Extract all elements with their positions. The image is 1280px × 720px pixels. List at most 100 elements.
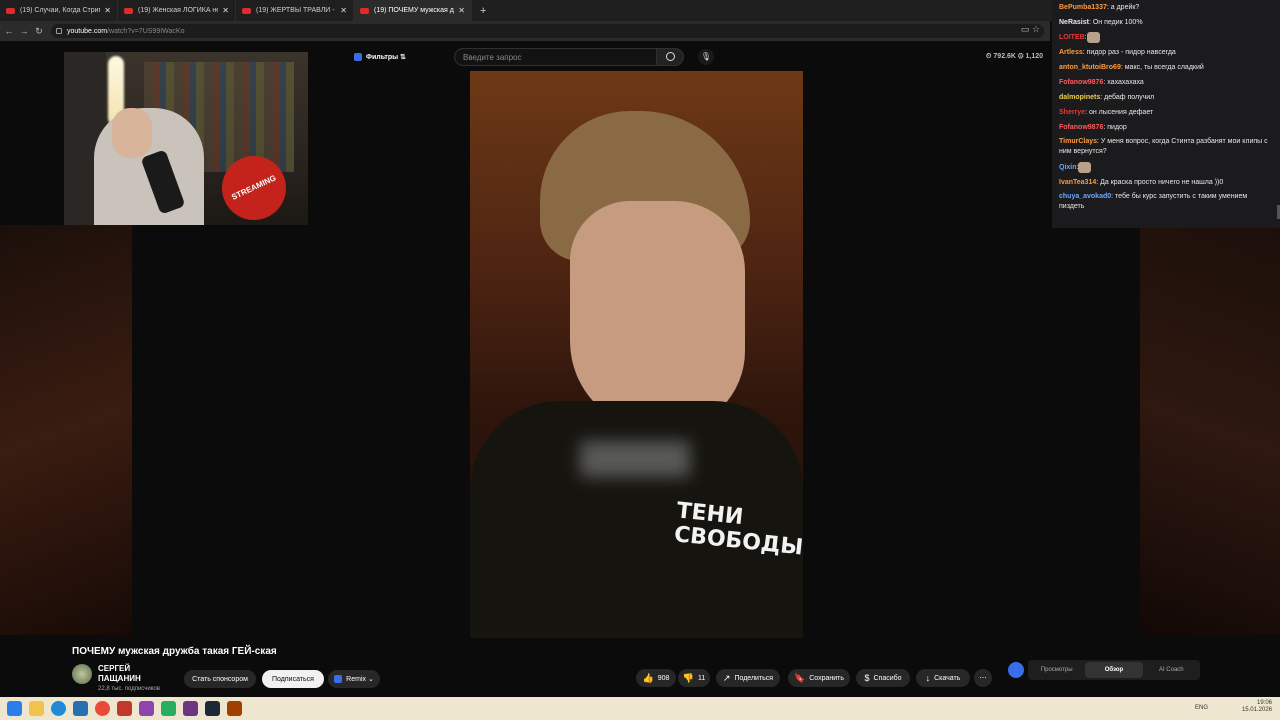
chat-message: Sherrye: он лысения дефает	[1059, 105, 1274, 120]
youtube-header: Фильтры ⇅ Введите запрос 🎙 ⏲ 792.6K ⚙ 1,…	[310, 44, 1050, 70]
streamer-head	[112, 108, 152, 158]
chat-username[interactable]: BePumba1337	[1059, 4, 1107, 11]
chat-message: Qixin:	[1059, 160, 1274, 175]
save-button[interactable]: 🔖 Сохранить	[788, 669, 850, 687]
video-player[interactable]: ТЕНИ СВОБОДЫ	[470, 71, 803, 638]
tab-overview[interactable]: Обзор	[1085, 662, 1143, 678]
video-subject-face	[570, 201, 745, 431]
stream-chat: BePumba1337: а дрейк? NeRasist: Он педик …	[1052, 0, 1280, 228]
youtube-icon	[360, 7, 369, 14]
chat-message: Artless: пидор раз - пидор навсегда	[1059, 45, 1274, 60]
chat-username[interactable]: Artless	[1059, 49, 1083, 56]
dislike-button[interactable]: 👎 11	[678, 669, 710, 687]
chat-message: TimurClays: У меня вопрос, когда Стинта …	[1059, 135, 1274, 160]
youtube-icon	[6, 7, 15, 14]
chat-text: : Да краска просто ничего не нашла ))0	[1096, 179, 1224, 186]
browser-tab-active[interactable]: (19) ПОЧЕМУ мужская др ✕	[354, 0, 472, 21]
chat-message: IvanTea314: Да краска просто ничего не н…	[1059, 175, 1274, 190]
close-tab-icon[interactable]: ✕	[340, 6, 347, 15]
extension-logo-icon[interactable]	[1008, 662, 1024, 678]
new-tab-button[interactable]: +	[480, 5, 486, 17]
analytics-panel-tabs: Просмотры Обзор AI Coach	[1028, 660, 1200, 680]
whatsapp-icon[interactable]	[161, 701, 176, 716]
chat-username[interactable]: Qixin	[1059, 164, 1077, 171]
thanks-icon: $	[864, 673, 870, 683]
filters-icon	[354, 53, 362, 61]
bookmark-star-icon[interactable]: ▭ ☆	[1021, 24, 1040, 35]
chat-text: : хахахахаха	[1103, 79, 1144, 86]
tab-views[interactable]: Просмотры	[1028, 667, 1085, 673]
language-indicator[interactable]: ENG	[1195, 705, 1208, 711]
blurred-area	[580, 441, 690, 477]
search-button[interactable]	[656, 48, 684, 66]
sponsor-button[interactable]: Стать спонсором	[184, 670, 256, 688]
chat-message: Fofanow9876: хахахахаха	[1059, 75, 1274, 90]
chat-username[interactable]: Sherrye	[1059, 109, 1085, 116]
site-info-icon[interactable]	[56, 28, 62, 34]
chat-username[interactable]: Fofanow9876	[1059, 79, 1103, 86]
channel-name[interactable]: СЕРГЕЙ ПАЩАНИН	[98, 664, 158, 684]
youtube-icon	[124, 7, 133, 14]
chat-username[interactable]: Fofanow9876	[1059, 124, 1103, 131]
chat-username[interactable]: chuya_avokad0	[1059, 193, 1111, 200]
chat-username[interactable]: TimurClays	[1059, 138, 1097, 145]
chat-message: LOITEB:	[1059, 30, 1274, 45]
discord-icon[interactable]	[139, 701, 154, 716]
browser-tab[interactable]: (19) Женская ЛОГИКА не пере✕	[118, 0, 236, 21]
close-tab-icon[interactable]: ✕	[104, 6, 111, 15]
close-tab-icon[interactable]: ✕	[222, 6, 229, 15]
chat-message: dalmopinets: дебаф получил	[1059, 90, 1274, 105]
start-menu-icon[interactable]	[7, 701, 22, 716]
like-button[interactable]: 👍 908	[636, 669, 676, 687]
forward-icon[interactable]: →	[18, 26, 30, 36]
video-title: ПОЧЕМУ мужская дружба такая ГЕЙ-ская	[72, 646, 277, 657]
reload-icon[interactable]: ↻	[33, 26, 45, 37]
filters-button[interactable]: Фильтры ⇅	[354, 53, 406, 61]
file-explorer-icon[interactable]	[29, 701, 44, 716]
windows-taskbar: ENG 19:06 15.01.2026	[0, 697, 1280, 720]
chat-text: : пидор	[1103, 124, 1127, 131]
chat-text: : дебаф получил	[1100, 94, 1155, 101]
thumbs-up-icon: 👍	[642, 672, 654, 683]
download-button[interactable]: ↓ Скачать	[916, 669, 970, 687]
system-clock[interactable]: 19:06 15.01.2026	[1242, 700, 1272, 714]
app-icon[interactable]	[117, 701, 132, 716]
chat-text: : а дрейк?	[1106, 4, 1140, 11]
back-icon[interactable]: ←	[3, 26, 15, 36]
url-field[interactable]: youtube.com/watch?v=7US99IWacKo	[51, 24, 1044, 38]
obs-icon[interactable]	[183, 701, 198, 716]
chat-username[interactable]: NeRasist	[1059, 19, 1089, 26]
chat-message: Fofanow9876: пидор	[1059, 120, 1274, 135]
share-button[interactable]: ↗ Поделиться	[716, 669, 780, 687]
game-icon[interactable]	[227, 701, 242, 716]
tab-ai-coach[interactable]: AI Coach	[1143, 667, 1200, 673]
chat-username[interactable]: LOITEB	[1059, 34, 1085, 41]
address-bar-row: ← → ↻ youtube.com/watch?v=7US99IWacKo ▭ …	[0, 21, 1050, 41]
stream-stats: ⏲ 792.6K ⚙ 1,120	[986, 53, 1044, 60]
browser-tab[interactable]: (19) Случаи, Когда Стримерш✕	[0, 0, 118, 21]
more-actions-button[interactable]: ⋯	[974, 669, 992, 687]
chat-username[interactable]: dalmopinets	[1059, 94, 1100, 101]
edge-icon[interactable]	[51, 701, 66, 716]
chat-username[interactable]: anton_ktutoiBro69	[1059, 64, 1121, 71]
browser-tab[interactable]: (19) ЖЕРТВЫ ТРАВЛИ - Что с✕	[236, 0, 354, 21]
more-icon: ⋯	[979, 675, 987, 682]
channel-avatar[interactable]	[72, 664, 92, 684]
steam-icon[interactable]	[205, 701, 220, 716]
chat-text: : макс, ты всегда сладкий	[1120, 64, 1204, 71]
microphone-icon[interactable]: 🎙	[698, 49, 714, 65]
thumbs-down-icon: 👎	[682, 672, 694, 683]
chat-username[interactable]: IvanTea314	[1059, 179, 1096, 186]
chat-message: anton_ktutoiBro69: макс, ты всегда сладк…	[1059, 60, 1274, 75]
chat-emote-icon	[1086, 31, 1100, 43]
store-icon[interactable]	[73, 701, 88, 716]
chat-emote-icon	[1078, 161, 1092, 173]
streamer-webcam: STREAMING	[64, 52, 308, 225]
subscribe-button[interactable]: Подписаться	[262, 670, 324, 688]
close-tab-icon[interactable]: ✕	[458, 6, 465, 15]
search-input[interactable]: Введите запрос	[454, 48, 676, 66]
chat-text: : Он педик 100%	[1088, 19, 1143, 26]
chrome-icon[interactable]	[95, 701, 110, 716]
thanks-button[interactable]: $ Спасибо	[856, 669, 910, 687]
remix-button[interactable]: Remix ⌄	[328, 670, 380, 688]
